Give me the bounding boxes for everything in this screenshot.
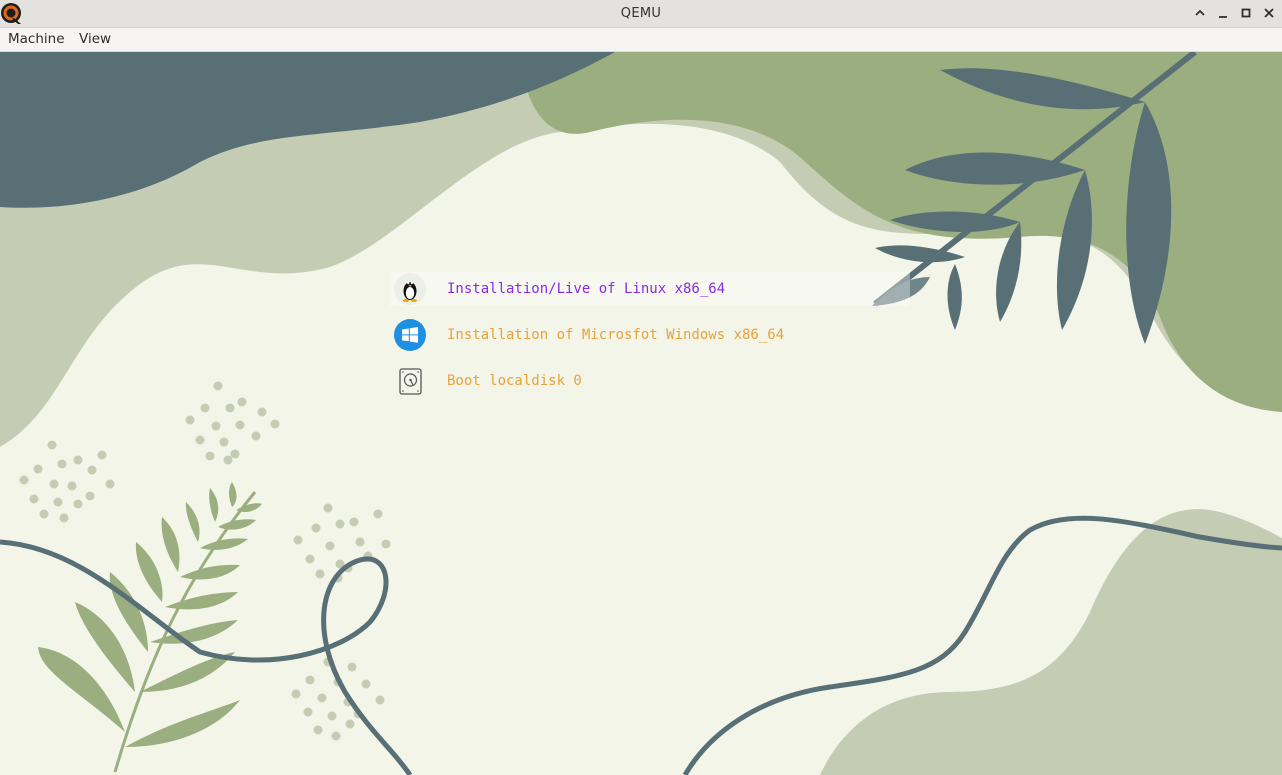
minimize-icon: [1219, 16, 1227, 18]
hard-disk-icon: [399, 368, 422, 395]
maximize-icon: [1241, 8, 1251, 18]
grub-background-artwork: [0, 52, 1282, 775]
boot-entry-localdisk[interactable]: Boot localdisk 0: [390, 364, 910, 398]
menu-view[interactable]: View: [79, 31, 111, 47]
chevron-up-icon: [1195, 9, 1205, 16]
window-title: QEMU: [620, 6, 662, 21]
maximize-button[interactable]: [1237, 4, 1255, 22]
close-icon: [1264, 8, 1274, 18]
boot-entry-label: Boot localdisk 0: [447, 373, 582, 389]
close-button[interactable]: [1260, 4, 1278, 22]
guest-display[interactable]: Installation/Live of Linux x86_64 Instal…: [0, 52, 1282, 775]
window-titlebar: QEMU: [0, 0, 1282, 28]
windows-icon: [394, 319, 426, 351]
linux-tux-icon: [394, 273, 426, 305]
minimize-button[interactable]: [1214, 4, 1232, 22]
boot-entry-windows[interactable]: Installation of Microsfot Windows x86_64: [390, 318, 910, 352]
boot-entry-linux[interactable]: Installation/Live of Linux x86_64: [390, 272, 910, 306]
minimize-up-button[interactable]: [1191, 4, 1209, 22]
boot-entry-label: Installation of Microsfot Windows x86_64: [447, 327, 785, 343]
menubar: Machine View: [0, 28, 1282, 52]
boot-entry-label: Installation/Live of Linux x86_64: [447, 281, 726, 297]
menu-machine[interactable]: Machine: [8, 31, 65, 47]
